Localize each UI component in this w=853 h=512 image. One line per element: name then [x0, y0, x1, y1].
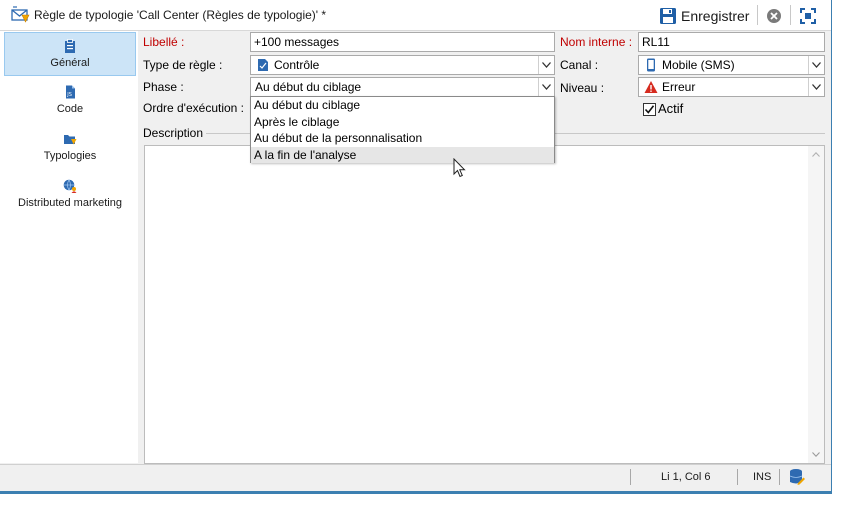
toolbar-separator	[757, 5, 758, 25]
canal-value: Mobile (SMS)	[662, 58, 735, 72]
description-label: Description	[143, 126, 204, 140]
control-rule-icon	[258, 59, 268, 71]
globe-people-icon	[63, 179, 77, 193]
typology-rule-icon	[11, 6, 30, 23]
status-separator	[737, 469, 738, 485]
cursor-position: Li 1, Col 6	[661, 471, 711, 483]
status-separator	[630, 469, 631, 485]
nav-item-distributed-marketing[interactable]: Distributed marketing	[4, 179, 136, 213]
save-button[interactable]: Enregistrer	[659, 5, 749, 27]
insert-mode: INS	[753, 471, 772, 483]
nom-interne-input[interactable]: RL11	[638, 32, 825, 52]
chevron-up-icon[interactable]	[812, 152, 820, 157]
title-bar: Règle de typologie 'Call Center (Règles …	[0, 0, 831, 31]
mobile-phone-icon	[647, 58, 655, 72]
svg-text:JS: JS	[66, 92, 72, 98]
libelle-label: Libellé :	[143, 35, 185, 49]
toolbar-separator	[790, 5, 791, 25]
canal-select[interactable]: Mobile (SMS)	[638, 55, 825, 75]
phase-select[interactable]: Au début du ciblage	[250, 77, 555, 97]
phase-label: Phase :	[143, 80, 184, 94]
clipboard-icon	[65, 39, 75, 53]
phase-option[interactable]: Au début de la personnalisation	[251, 130, 554, 147]
left-navigation: Général JS Code Typologies Distributed m…	[0, 31, 138, 463]
code-file-icon: JS	[66, 85, 75, 99]
typology-rule-window: Règle de typologie 'Call Center (Règles …	[0, 0, 832, 494]
phase-option[interactable]: Au début du ciblage	[251, 97, 554, 114]
phase-value: Au début du ciblage	[255, 80, 362, 94]
niveau-select[interactable]: Erreur	[638, 77, 825, 97]
window-title: Règle de typologie 'Call Center (Règles …	[34, 8, 327, 22]
description-scrollbar[interactable]	[808, 146, 824, 463]
nav-label-typologies: Typologies	[43, 150, 97, 162]
phase-dropdown-list: Au début du ciblage Après le ciblage Au …	[250, 96, 555, 163]
nav-label-code: Code	[56, 103, 84, 115]
chevron-down-icon[interactable]	[808, 78, 824, 96]
nav-label-distributed-marketing: Distributed marketing	[18, 197, 122, 209]
status-bar: Li 1, Col 6 INS	[0, 464, 831, 488]
type-regle-select[interactable]: Contrôle	[250, 55, 555, 75]
type-regle-value: Contrôle	[274, 58, 320, 72]
niveau-label: Niveau :	[560, 81, 605, 95]
typology-folder-icon	[64, 135, 77, 145]
nav-item-general[interactable]: Général	[4, 32, 136, 76]
chevron-down-icon[interactable]	[538, 78, 554, 96]
mouse-pointer-icon	[453, 158, 466, 178]
maximize-icon[interactable]	[799, 7, 817, 25]
status-separator	[779, 469, 780, 485]
close-circle-icon[interactable]	[765, 7, 783, 25]
nav-item-code[interactable]: JS Code	[4, 85, 136, 119]
save-label: Enregistrer	[681, 8, 750, 24]
actif-checkbox[interactable]	[643, 103, 656, 116]
description-textarea[interactable]	[144, 145, 825, 464]
phase-option-hovered[interactable]: A la fin de l'analyse	[251, 146, 554, 163]
type-regle-label: Type de règle :	[143, 58, 223, 72]
nom-interne-label: Nom interne :	[560, 35, 633, 49]
phase-option[interactable]: Après le ciblage	[251, 114, 554, 131]
niveau-value: Erreur	[662, 80, 696, 94]
chevron-down-icon[interactable]	[808, 56, 824, 74]
warning-triangle-icon	[644, 81, 658, 93]
checkmark-icon	[644, 105, 655, 114]
nav-item-typologies[interactable]: Typologies	[4, 132, 136, 166]
floppy-disk-icon	[660, 8, 676, 24]
chevron-down-icon[interactable]	[538, 56, 554, 74]
chevron-down-icon[interactable]	[812, 452, 820, 457]
canal-label: Canal :	[560, 58, 599, 72]
nav-label-general: Général	[50, 57, 90, 69]
database-edit-icon[interactable]	[789, 468, 805, 486]
libelle-input[interactable]: +100 messages	[250, 32, 555, 52]
ordre-execution-label: Ordre d'exécution :	[143, 101, 245, 115]
actif-label: Actif	[658, 101, 684, 116]
